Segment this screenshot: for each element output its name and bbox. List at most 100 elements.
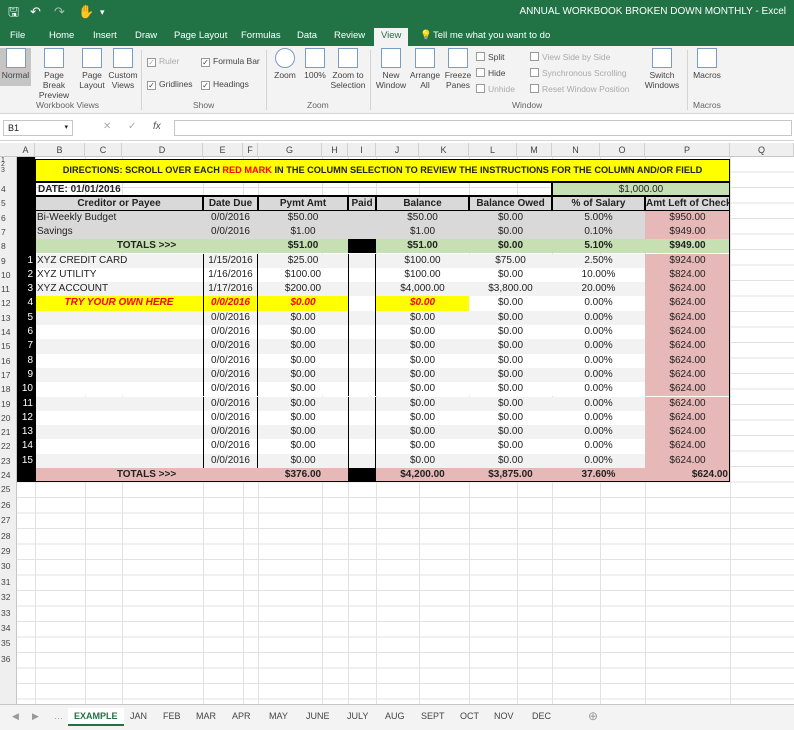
paid-cell[interactable] bbox=[348, 468, 376, 483]
balance-owed-cell[interactable]: $0.00 bbox=[469, 439, 552, 454]
row-header-19[interactable]: 19 bbox=[0, 399, 16, 409]
paid-cell[interactable] bbox=[348, 253, 376, 268]
paid-cell[interactable] bbox=[348, 239, 376, 254]
column-header-f[interactable]: F bbox=[243, 143, 258, 157]
row-header-30[interactable]: 30 bbox=[0, 561, 16, 571]
column-header-d[interactable]: D bbox=[122, 143, 203, 157]
percent-cell[interactable]: 0.00% bbox=[552, 382, 645, 397]
sheet-tab-nov[interactable]: NOV bbox=[494, 708, 514, 724]
paid-cell[interactable] bbox=[348, 382, 376, 397]
percent-cell[interactable]: 0.00% bbox=[552, 339, 645, 354]
row-header-16[interactable]: 16 bbox=[0, 356, 16, 366]
total-percent[interactable]: 37.60% bbox=[552, 468, 645, 483]
paid-cell[interactable] bbox=[348, 339, 376, 354]
payee-cell[interactable]: Bi-Weekly Budget bbox=[35, 210, 203, 225]
undo-icon[interactable]: ↶ bbox=[30, 4, 41, 20]
zoom-100-button[interactable]: 100% bbox=[302, 48, 328, 80]
row-header-3[interactable]: 3 bbox=[0, 167, 16, 174]
headings-checkbox[interactable]: ✓ Headings bbox=[201, 78, 249, 90]
amount-left-cell[interactable]: $624.00 bbox=[645, 425, 730, 440]
amount-left-cell[interactable]: $824.00 bbox=[645, 267, 730, 283]
paid-cell[interactable] bbox=[348, 296, 376, 311]
macros-button[interactable]: Macros bbox=[690, 48, 724, 80]
sheet-tab-feb[interactable]: FEB bbox=[163, 708, 181, 724]
payee-cell[interactable]: XYZ CREDIT CARD bbox=[35, 253, 203, 268]
date-due-cell[interactable]: 0/0/2016 bbox=[203, 410, 258, 426]
sheet-tab-apr[interactable]: APR bbox=[232, 708, 251, 724]
row-header-9[interactable]: 9 bbox=[0, 256, 16, 266]
payment-cell[interactable]: $0.00 bbox=[258, 353, 348, 368]
balance-cell[interactable]: $0.00 bbox=[376, 396, 469, 411]
column-header-c[interactable]: C bbox=[85, 143, 122, 157]
switch-windows-button[interactable]: Switch Windows bbox=[642, 48, 682, 90]
column-header-j[interactable]: J bbox=[376, 143, 419, 157]
balance-owed-cell[interactable]: $0.00 bbox=[469, 382, 552, 397]
balance-cell[interactable]: $0.00 bbox=[376, 382, 469, 397]
payee-cell[interactable] bbox=[35, 353, 203, 368]
total-balance[interactable]: $51.00 bbox=[376, 239, 469, 254]
balance-owed-cell[interactable]: $75.00 bbox=[469, 253, 552, 268]
salary-cell[interactable]: $1,000.00 bbox=[552, 182, 730, 197]
tab-page-layout[interactable]: Page Layout bbox=[174, 29, 227, 43]
payment-cell[interactable]: $1.00 bbox=[258, 224, 348, 240]
balance-owed-cell[interactable]: $0.00 bbox=[469, 210, 552, 225]
reset-window-position-button[interactable]: Reset Window Position bbox=[530, 83, 629, 95]
freeze-panes-button[interactable]: Freeze Panes bbox=[443, 48, 473, 90]
column-title[interactable]: Balance Owed bbox=[469, 196, 552, 211]
column-title[interactable]: Date Due bbox=[203, 196, 258, 211]
balance-cell[interactable]: $100.00 bbox=[376, 253, 469, 268]
tell-me-box[interactable]: Tell me what you want to do bbox=[433, 29, 550, 43]
row-header-25[interactable]: 25 bbox=[0, 484, 16, 494]
custom-views-button[interactable]: Custom Views bbox=[107, 48, 139, 90]
balance-owed-cell[interactable]: $0.00 bbox=[469, 325, 552, 340]
balance-owed-cell[interactable]: $0.00 bbox=[469, 367, 552, 383]
column-title[interactable]: Amt Left of Check bbox=[645, 196, 730, 211]
save-icon[interactable]: 🖫 bbox=[8, 4, 19, 20]
column-header-o[interactable]: O bbox=[600, 143, 645, 157]
row-header-4[interactable]: 4 bbox=[0, 184, 16, 194]
page-layout-button[interactable]: Page Layout bbox=[78, 48, 106, 90]
row-header-31[interactable]: 31 bbox=[0, 577, 16, 587]
date-cell[interactable]: DATE: 01/01/2016 bbox=[35, 182, 552, 197]
redo-icon[interactable]: ↷ bbox=[54, 4, 65, 20]
balance-owed-cell[interactable]: $0.00 bbox=[469, 353, 552, 368]
item-number[interactable]: 5 bbox=[17, 311, 35, 325]
date-due-cell[interactable]: 0/0/2016 bbox=[203, 325, 258, 340]
balance-cell[interactable]: $0.00 bbox=[376, 310, 469, 325]
split-button[interactable]: Split bbox=[476, 51, 505, 63]
item-number[interactable]: 11 bbox=[17, 397, 35, 411]
payee-cell[interactable] bbox=[35, 396, 203, 411]
row-header-27[interactable]: 27 bbox=[0, 515, 16, 525]
enter-icon[interactable]: ✓ bbox=[128, 121, 136, 132]
chevron-down-icon[interactable]: ▾ bbox=[64, 123, 68, 131]
paid-cell[interactable] bbox=[348, 325, 376, 340]
payment-cell[interactable]: $0.00 bbox=[258, 382, 348, 397]
zoom-button[interactable]: Zoom bbox=[272, 48, 298, 80]
payee-cell[interactable]: XYZ UTILITY bbox=[35, 267, 203, 283]
date-due-cell[interactable]: 0/0/2016 bbox=[203, 224, 258, 240]
item-number[interactable]: 3 bbox=[17, 282, 35, 296]
row-header-32[interactable]: 32 bbox=[0, 592, 16, 602]
paid-cell[interactable] bbox=[348, 267, 376, 283]
balance-cell[interactable]: $0.00 bbox=[376, 296, 469, 311]
percent-cell[interactable]: 0.00% bbox=[552, 296, 645, 311]
hide-button[interactable]: Hide bbox=[476, 67, 505, 79]
balance-owed-cell[interactable]: $3,800.00 bbox=[469, 282, 552, 297]
amount-left-cell[interactable]: $950.00 bbox=[645, 210, 730, 225]
payee-cell[interactable] bbox=[35, 325, 203, 340]
item-number[interactable]: 1 bbox=[17, 254, 35, 268]
payment-cell[interactable]: $0.00 bbox=[258, 296, 348, 311]
total-owed[interactable]: $3,875.00 bbox=[469, 468, 552, 483]
amount-left-cell[interactable]: $949.00 bbox=[645, 224, 730, 240]
balance-owed-cell[interactable]: $0.00 bbox=[469, 296, 552, 311]
payment-cell[interactable]: $0.00 bbox=[258, 367, 348, 383]
scroll-left-icon[interactable]: ◀ bbox=[12, 708, 19, 724]
name-box[interactable]: B1 ▾ bbox=[3, 120, 73, 136]
paid-cell[interactable] bbox=[348, 410, 376, 426]
paid-cell[interactable] bbox=[348, 224, 376, 240]
column-header-g[interactable]: G bbox=[258, 143, 322, 157]
column-header-q[interactable]: Q bbox=[730, 143, 794, 157]
touch-mode-icon[interactable]: ✋ bbox=[78, 4, 94, 20]
date-due-cell[interactable]: 0/0/2016 bbox=[203, 439, 258, 454]
percent-cell[interactable]: 2.50% bbox=[552, 253, 645, 268]
